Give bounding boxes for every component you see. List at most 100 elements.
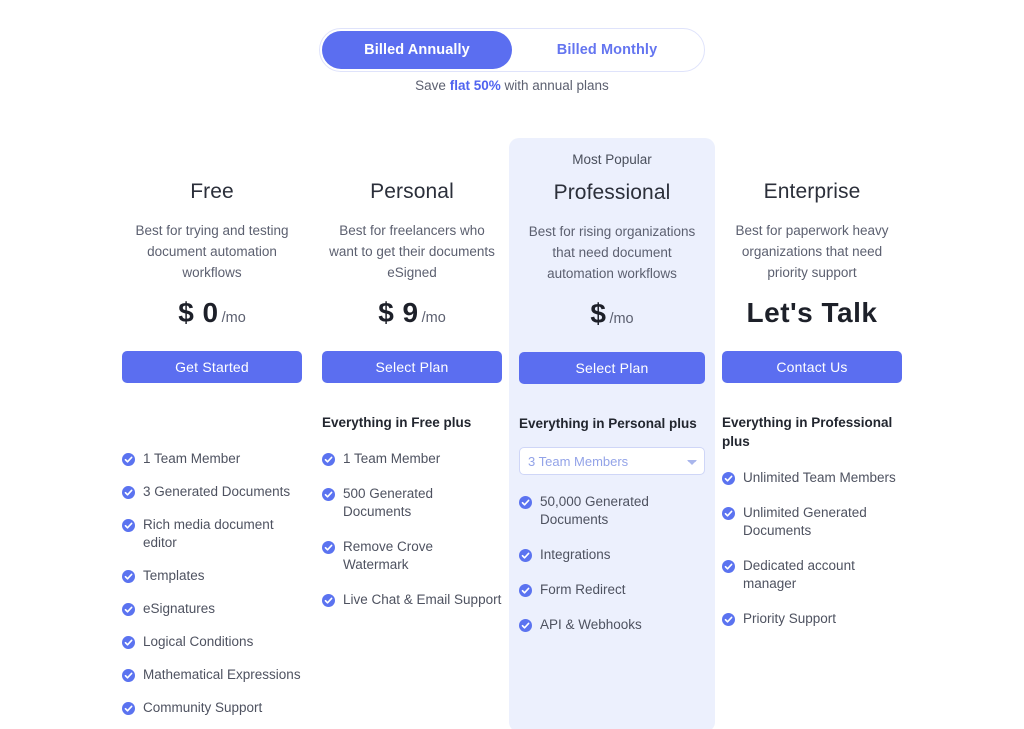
list-item: Form Redirect — [519, 581, 705, 599]
list-item: Live Chat & Email Support — [322, 591, 502, 609]
billing-toggle-container: Billed Annually Billed Monthly — [0, 28, 1024, 72]
plan-feature-list: 1 Team Member 500 Generated Documents Remo… — [322, 450, 502, 609]
billed-annually-option[interactable]: Billed Annually — [322, 31, 512, 69]
list-item: eSignatures — [122, 600, 302, 618]
check-circle-icon — [722, 557, 735, 573]
feature-label: Mathematical Expressions — [143, 667, 301, 682]
check-circle-icon — [519, 616, 532, 632]
feature-label: 3 Generated Documents — [143, 484, 291, 499]
plan-cta-select-plan[interactable]: Select Plan — [519, 352, 705, 384]
plan-price: Let's Talk — [722, 297, 902, 331]
list-item: Mathematical Expressions — [122, 666, 302, 684]
plan-feature-list: Unlimited Team Members Unlimited Generate… — [722, 469, 902, 628]
billing-toggle[interactable]: Billed Annually Billed Monthly — [319, 28, 705, 72]
feature-label: Templates — [143, 568, 205, 583]
list-item: 500 Generated Documents — [322, 485, 502, 521]
pricing-page: Billed Annually Billed Monthly Save flat… — [0, 0, 1024, 729]
plan-price-period: /mo — [221, 310, 246, 326]
savings-note-highlight: flat 50% — [449, 78, 501, 93]
feature-label: Remove Crove Watermark — [343, 539, 434, 572]
check-circle-icon — [122, 483, 135, 499]
plan-price-amount: $ — [590, 298, 607, 329]
list-item: 3 Generated Documents — [122, 483, 302, 501]
list-item: Remove Crove Watermark — [322, 538, 502, 574]
feature-label: Logical Conditions — [143, 634, 254, 649]
feature-label: Community Support — [143, 700, 263, 715]
plan-price-amount: $ 9 — [378, 297, 419, 328]
plan-name: Personal — [370, 180, 454, 203]
check-circle-icon — [122, 450, 135, 466]
check-circle-icon — [519, 493, 532, 509]
check-circle-icon — [722, 504, 735, 520]
plan-name: Free — [190, 180, 234, 203]
feature-label: Live Chat & Email Support — [343, 592, 502, 607]
feature-label: 1 Team Member — [143, 451, 241, 466]
savings-note-prefix: Save — [415, 78, 450, 93]
pricing-plans-grid: Free Best for trying and testing document… — [0, 138, 1024, 729]
check-circle-icon — [122, 633, 135, 649]
list-item: 1 Team Member — [322, 450, 502, 468]
plan-card-personal: Personal Best for freelancers who want to… — [312, 138, 512, 729]
plan-cta-contact-us[interactable]: Contact Us — [722, 351, 902, 383]
plan-feature-list: 50,000 Generated Documents Integrations Fo… — [519, 493, 705, 634]
list-item: Rich media document editor — [122, 516, 302, 552]
list-item: Priority Support — [722, 610, 902, 628]
plan-price: $ 0/mo — [122, 297, 302, 331]
plan-price-amount: $ 0 — [178, 297, 219, 328]
billed-monthly-option[interactable]: Billed Monthly — [512, 31, 702, 69]
check-circle-icon — [122, 600, 135, 616]
check-circle-icon — [122, 567, 135, 583]
plan-feature-list: 1 Team Member 3 Generated Documents Rich m… — [122, 450, 302, 717]
check-circle-icon — [519, 546, 532, 562]
savings-note-suffix: with annual plans — [500, 78, 609, 93]
feature-label: 500 Generated Documents — [343, 486, 434, 519]
check-circle-icon — [122, 699, 135, 715]
list-item: 1 Team Member — [122, 450, 302, 468]
plan-price-amount: Let's Talk — [746, 297, 878, 328]
plan-card-professional: Most Popular Professional Best for rising … — [509, 138, 715, 729]
plan-card-enterprise: Enterprise Best for paperwork heavy organ… — [712, 138, 912, 729]
feature-label: Priority Support — [743, 611, 837, 626]
plan-price-period: /mo — [421, 310, 446, 326]
feature-label: 1 Team Member — [343, 451, 441, 466]
most-popular-badge: Most Popular — [572, 152, 652, 167]
feature-label: Integrations — [540, 547, 611, 562]
check-circle-icon — [322, 538, 335, 554]
feature-label: Form Redirect — [540, 582, 626, 597]
list-item: 50,000 Generated Documents — [519, 493, 705, 529]
plan-description: Best for rising organizations that need … — [528, 224, 696, 281]
feature-label: Unlimited Generated Documents — [743, 505, 867, 538]
feature-label: 50,000 Generated Documents — [540, 494, 649, 527]
feature-label: eSignatures — [143, 601, 216, 616]
list-item: Logical Conditions — [122, 633, 302, 651]
feature-label: Dedicated account manager — [743, 558, 855, 591]
plan-name: Professional — [553, 181, 671, 204]
check-circle-icon — [322, 450, 335, 466]
check-circle-icon — [122, 516, 135, 532]
plan-name: Enterprise — [763, 180, 861, 203]
list-item: Unlimited Generated Documents — [722, 504, 902, 540]
feature-label: Unlimited Team Members — [743, 470, 896, 485]
check-circle-icon — [722, 610, 735, 626]
list-item: API & Webhooks — [519, 616, 705, 634]
list-item: Templates — [122, 567, 302, 585]
team-members-select[interactable]: 3 Team Members — [519, 447, 705, 475]
plan-cta-get-started[interactable]: Get Started — [122, 351, 302, 383]
check-circle-icon — [722, 469, 735, 485]
list-item: Integrations — [519, 546, 705, 564]
plan-inherits-heading: Everything in Free plus — [322, 415, 472, 430]
plan-price-period: /mo — [609, 311, 634, 327]
plan-cta-select-plan[interactable]: Select Plan — [322, 351, 502, 383]
plan-inherits-heading: Everything in Personal plus — [519, 416, 697, 431]
check-circle-icon — [519, 581, 532, 597]
check-circle-icon — [322, 591, 335, 607]
plan-description: Best for paperwork heavy organizations t… — [735, 223, 889, 280]
plan-description: Best for freelancers who want to get the… — [329, 223, 495, 280]
plan-inherits-heading: Everything in Professional plus — [722, 415, 893, 449]
check-circle-icon — [122, 666, 135, 682]
plan-price: $/mo — [519, 298, 705, 332]
feature-label: Rich media document editor — [143, 517, 274, 550]
list-item: Unlimited Team Members — [722, 469, 902, 487]
plan-description: Best for trying and testing document aut… — [135, 223, 289, 280]
check-circle-icon — [322, 485, 335, 501]
